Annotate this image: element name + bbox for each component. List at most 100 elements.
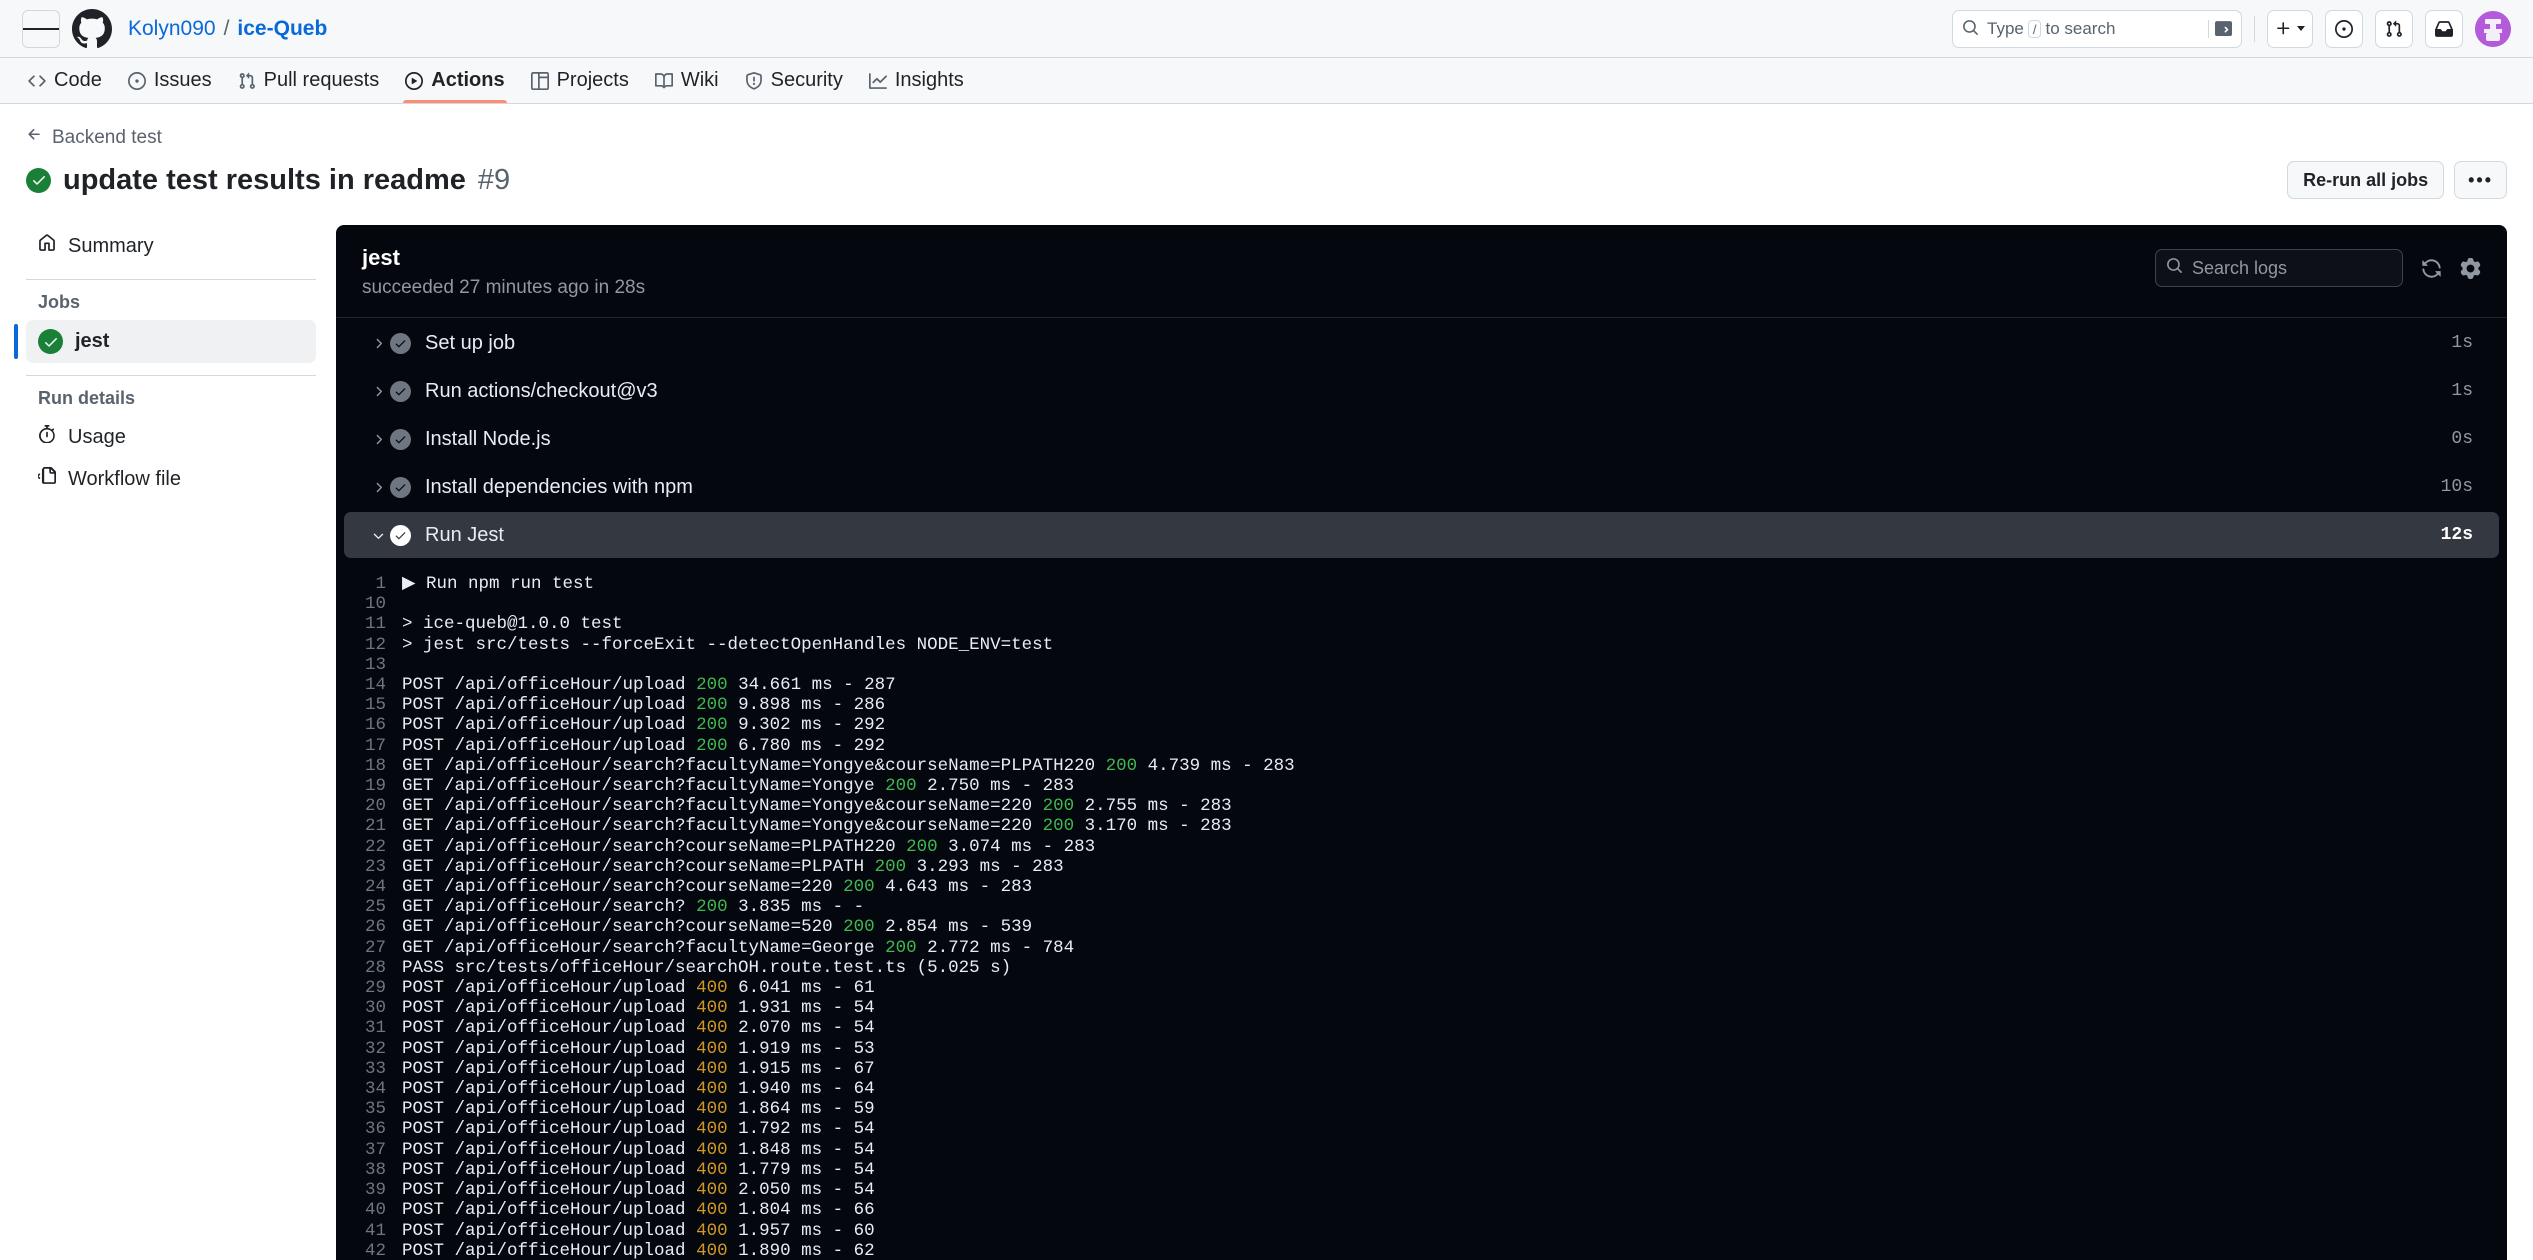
tab-pull-requests[interactable]: Pull requests — [226, 58, 392, 103]
log-line: 33 POST /api/officeHour/upload 400 1.915 … — [336, 1059, 2507, 1079]
chevron-right-icon — [366, 384, 390, 399]
chevron-down-icon — [366, 528, 390, 543]
tab-wiki[interactable]: Wiki — [643, 58, 731, 103]
breadcrumb: Kolyn090 / ice-Queb — [128, 17, 327, 41]
search-icon — [1962, 16, 1979, 42]
log-line: 25 GET /api/officeHour/search? 200 3.835 … — [336, 897, 2507, 917]
log-line-number: 14 — [364, 675, 386, 696]
search-logs-placeholder: Search logs — [2192, 257, 2288, 278]
search-slash-key: / — [2027, 19, 2042, 38]
log-line-text: GET /api/officeHour/search?courseName=PL… — [402, 856, 1064, 877]
log-line-text: GET /api/officeHour/search?courseName=52… — [402, 917, 1033, 938]
log-output[interactable]: 1 ▶ Run npm run test 10 11 > ice-queb@1.0.0 … — [336, 566, 2507, 1260]
back-to-workflow-link[interactable]: Backend test — [26, 126, 162, 149]
breadcrumb-owner[interactable]: Kolyn090 — [128, 17, 216, 41]
log-line-number: 1 — [375, 574, 386, 594]
run-actions: Re-run all jobs ••• — [2287, 161, 2507, 199]
sidebar-item-job-jest[interactable]: jest — [14, 320, 316, 363]
step-name: Install dependencies with npm — [425, 475, 693, 498]
rerun-all-jobs-button[interactable]: Re-run all jobs — [2287, 161, 2445, 199]
step-name: Install Node.js — [425, 427, 551, 450]
step-row[interactable]: Install dependencies with npm 10s — [344, 464, 2499, 510]
pull-request-icon[interactable] — [2375, 9, 2413, 48]
log-line-text: > ice-queb@1.0.0 test — [402, 614, 623, 635]
tab-projects[interactable]: Projects — [519, 58, 641, 103]
hamburger-icon[interactable] — [22, 9, 60, 48]
sidebar-item-workflow-file[interactable]: Workflow file — [26, 458, 316, 500]
sidebar-item-usage[interactable]: Usage — [26, 416, 316, 458]
log-status-code: 400 — [696, 1159, 728, 1180]
log-line-text: GET /api/officeHour/search?facultyName=Y… — [402, 796, 1232, 817]
log-line: 12 > jest src/tests --forceExit --detectO… — [336, 635, 2507, 655]
inbox-icon[interactable] — [2425, 9, 2463, 48]
log-line-number: 26 — [364, 917, 386, 938]
job-status-text: succeeded 27 minutes ago in 28s — [362, 277, 646, 298]
log-status-code: 200 — [1042, 796, 1075, 817]
log-line-number: 35 — [364, 1099, 386, 1120]
log-line-number: 30 — [364, 998, 386, 1019]
step-row[interactable]: Set up job 1s — [344, 320, 2499, 366]
step-name: Set up job — [425, 331, 516, 354]
avatar[interactable] — [2475, 10, 2511, 47]
refresh-icon[interactable] — [2421, 258, 2442, 279]
log-line: 24 GET /api/officeHour/search?courseName=… — [336, 877, 2507, 897]
log-line-text: POST /api/officeHour/upload 400 1.915 ms… — [402, 1058, 875, 1079]
tab-insights[interactable]: Insights — [857, 58, 976, 103]
log-line-text: POST /api/officeHour/upload 400 1.957 ms… — [402, 1220, 875, 1241]
chevron-right-icon — [366, 336, 390, 351]
home-icon — [38, 234, 56, 258]
tab-issues[interactable]: Issues — [116, 58, 224, 103]
log-line-text: POST /api/officeHour/upload 400 2.050 ms… — [402, 1180, 875, 1201]
run-number: #9 — [477, 163, 511, 196]
log-status-code: 400 — [696, 1018, 728, 1039]
log-status-code: 400 — [696, 978, 728, 999]
chevron-down-icon — [2297, 26, 2305, 31]
create-new-button[interactable] — [2267, 9, 2313, 48]
step-name: Run actions/checkout@v3 — [425, 379, 658, 402]
tab-security-label: Security — [770, 69, 843, 91]
issues-icon[interactable] — [2325, 9, 2363, 48]
log-status-code: 200 — [906, 836, 938, 857]
log-line-text: PASS src/tests/officeHour/searchOH.route… — [402, 957, 1012, 978]
log-line: 29 POST /api/officeHour/upload 400 6.041 … — [336, 978, 2507, 998]
github-logo-icon[interactable] — [72, 8, 114, 50]
log-status-code: 200 — [843, 877, 875, 898]
log-status-code: 400 — [696, 1058, 728, 1079]
breadcrumb-repo[interactable]: ice-Queb — [237, 17, 327, 41]
search-input[interactable]: Type / to search — [1952, 9, 2242, 48]
global-header: Kolyn090 / ice-Queb Type / to search — [0, 0, 2533, 58]
log-status-code: 400 — [696, 1099, 728, 1120]
step-row[interactable]: Install Node.js 0s — [344, 416, 2499, 462]
search-logs-input[interactable]: Search logs — [2155, 249, 2403, 287]
log-line: 21 GET /api/officeHour/search?facultyName… — [336, 816, 2507, 836]
tab-security[interactable]: Security — [733, 58, 855, 103]
gear-icon[interactable] — [2460, 257, 2481, 279]
log-line-text: POST /api/officeHour/upload 400 1.804 ms… — [402, 1200, 875, 1221]
log-line-number: 42 — [364, 1240, 386, 1260]
repo-navigation: Code Issues Pull requests Actions Projec… — [0, 58, 2533, 104]
tab-actions[interactable]: Actions — [393, 58, 516, 103]
more-options-button[interactable]: ••• — [2454, 161, 2507, 199]
log-line: 35 POST /api/officeHour/upload 400 1.864 … — [336, 1099, 2507, 1119]
log-line-text: > jest src/tests --forceExit --detectOpe… — [402, 634, 1054, 655]
sidebar-item-usage-label: Usage — [68, 425, 126, 448]
log-line: 23 GET /api/officeHour/search?courseName=… — [336, 857, 2507, 877]
step-name: Run Jest — [425, 523, 504, 546]
tab-code[interactable]: Code — [16, 58, 114, 103]
log-line-number: 12 — [364, 634, 386, 655]
tab-projects-label: Projects — [556, 69, 629, 91]
step-row[interactable]: Run actions/checkout@v3 1s — [344, 368, 2499, 414]
log-line: 30 POST /api/officeHour/upload 400 1.931 … — [336, 998, 2507, 1018]
log-line-number: 41 — [364, 1220, 386, 1241]
sidebar-item-job-jest-label: jest — [75, 330, 110, 352]
log-status-code: 400 — [696, 1119, 728, 1140]
log-line-text: POST /api/officeHour/upload 400 1.919 ms… — [402, 1038, 875, 1059]
terminal-icon[interactable] — [2208, 19, 2232, 38]
log-status-code: 200 — [696, 675, 728, 696]
sidebar-run-details-heading: Run details — [38, 388, 136, 408]
tab-issues-label: Issues — [153, 69, 212, 91]
sidebar-item-summary[interactable]: Summary — [26, 225, 316, 267]
log-line: 13 — [336, 655, 2507, 675]
log-line: 36 POST /api/officeHour/upload 400 1.792 … — [336, 1119, 2507, 1139]
step-row[interactable]: Run Jest 12s — [344, 512, 2499, 558]
